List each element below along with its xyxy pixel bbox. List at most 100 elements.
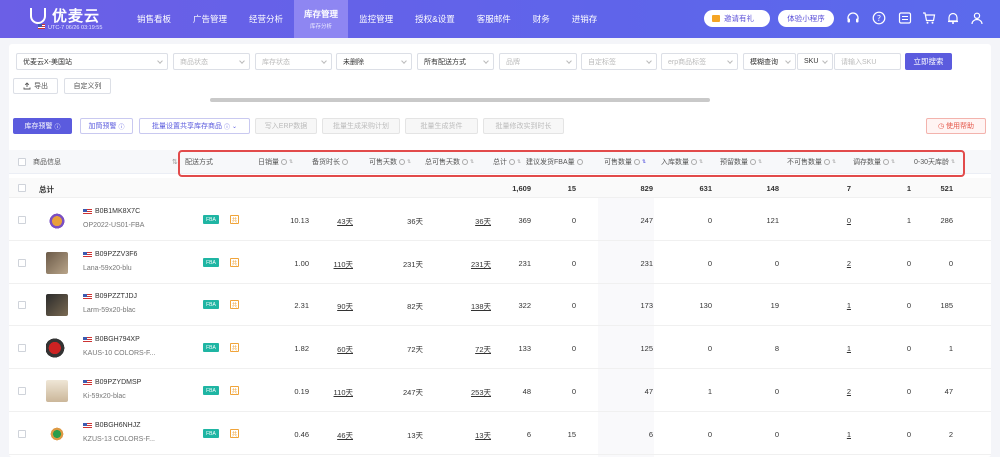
asin-link[interactable]: B09PZZV3F6 (83, 251, 137, 258)
user-icon[interactable] (970, 11, 984, 25)
asin-link[interactable]: B09PZYDMSP (83, 379, 141, 386)
logo-mark-icon (30, 7, 46, 24)
nav-item-customer-email[interactable]: 客服邮件 (466, 0, 522, 38)
invite-button[interactable]: 邀请有礼 (704, 10, 770, 27)
cell-age-0-30: 0 (948, 259, 953, 268)
cell-inbound-qty: 1 (707, 387, 712, 396)
chevron-down-icon: ⌄ (231, 123, 238, 130)
product-thumbnail[interactable] (46, 337, 68, 359)
product-thumbnail[interactable] (46, 380, 68, 402)
deleted-select[interactable]: 未删除 (336, 53, 412, 70)
cell-suggested-fba: 0 (571, 259, 576, 268)
asin-link[interactable]: B09PZZTJDJ (83, 293, 137, 300)
horizontal-scrollbar[interactable] (210, 98, 710, 102)
cell-stock-duration[interactable]: 43天 (319, 216, 353, 227)
row-checkbox[interactable] (18, 259, 26, 267)
row-checkbox[interactable] (18, 216, 26, 224)
cell-unsellable-qty[interactable]: 1 (809, 344, 851, 353)
search-button[interactable]: 立即搜索 (905, 53, 952, 70)
search-field-select[interactable]: SKU (797, 53, 833, 70)
nav-item-ads[interactable]: 广告管理 (182, 0, 238, 38)
nav-item-finance[interactable]: 财务 (522, 0, 561, 38)
cell-stock-duration[interactable]: 46天 (319, 430, 353, 441)
cell-total-sellable-days[interactable]: 138天 (445, 301, 491, 312)
product-status-select[interactable]: 商品状态 (173, 53, 250, 70)
batch-purchase-plan-button[interactable]: 批量生成采购计划 (322, 118, 400, 134)
nav-item-monitoring[interactable]: 监控管理 (348, 0, 404, 38)
fba-tag: FBA (203, 429, 219, 438)
help-button[interactable]: ◷ 使用帮助 (926, 118, 986, 134)
chevron-down-icon (321, 58, 327, 64)
cell-stock-duration[interactable]: 90天 (319, 301, 353, 312)
cell-total-sellable-days[interactable]: 72天 (445, 344, 491, 355)
nav-item-business-analysis[interactable]: 经营分析 (238, 0, 294, 38)
write-erp-button[interactable]: 写入ERP数据 (255, 118, 317, 134)
asin-link[interactable]: B0B1MK8X7C (83, 208, 140, 215)
bell-icon[interactable] (946, 11, 960, 25)
cell-unsellable-qty[interactable]: 0 (809, 216, 851, 225)
product-thumbnail[interactable] (46, 252, 68, 274)
cell-unsellable-qty[interactable]: 2 (809, 387, 851, 396)
row-checkbox[interactable] (18, 344, 26, 352)
table-row: B0BGH6NHJZ KZUS-13 COLORS-F... FBA 共 0.46 46天… (9, 412, 991, 455)
cart-icon[interactable] (922, 11, 936, 25)
help-icon[interactable]: ? (872, 11, 886, 25)
mini-program-button[interactable]: 体验小程序 (778, 10, 834, 27)
cell-unsellable-qty[interactable]: 2 (809, 259, 851, 268)
row-checkbox[interactable] (18, 387, 26, 395)
cell-sellable-days: 72天 (407, 345, 423, 354)
cell-total-sellable-days[interactable]: 253天 (445, 387, 491, 398)
cell-stock-duration[interactable]: 60天 (319, 344, 353, 355)
add-warning-button[interactable]: 加筒预警 ⓘ (80, 118, 133, 134)
batch-mark-receive-button[interactable]: 批量修改实到时长 (483, 118, 564, 134)
erp-tag-select[interactable]: erp商品标签 (661, 53, 738, 70)
row-checkbox[interactable] (18, 430, 26, 438)
sku-search-input[interactable]: 请输入SKU (834, 53, 901, 70)
column-resizer-icon[interactable]: ⇅ (172, 150, 178, 174)
inventory-warning-button[interactable]: 库存预警 ⓘ (13, 118, 72, 134)
product-thumbnail[interactable] (46, 294, 68, 316)
cell-daily-sales: 1.82 (294, 344, 309, 353)
asin-text: B09PZZV3F6 (95, 251, 138, 258)
nav-item-inventory[interactable]: 库存管理 库存分析 (294, 0, 349, 38)
nav-item-purchase-sales-stock[interactable]: 进销存 (561, 0, 609, 38)
custom-columns-button[interactable]: 自定义列 (64, 78, 111, 94)
asin-link[interactable]: B0BGH794XP (83, 336, 140, 343)
custom-tag-select[interactable]: 自定标签 (581, 53, 657, 70)
stock-status-select[interactable]: 库存状态 (255, 53, 332, 70)
cell-total-sellable-days[interactable]: 36天 (445, 216, 491, 227)
row-checkbox[interactable] (18, 184, 26, 192)
cell-unsellable-qty[interactable]: 1 (809, 430, 851, 439)
nav-item-auth-settings[interactable]: 授权&设置 (404, 0, 466, 38)
cell-reserved-qty: 8 (774, 344, 779, 353)
asin-link[interactable]: B0BGH6NHJZ (83, 422, 141, 429)
cell-total-sellable-days[interactable]: 13天 (445, 430, 491, 441)
us-flag-icon (83, 336, 92, 343)
total-in-transit: 1 (906, 184, 911, 193)
batch-set-shared-button[interactable]: 批量设置共享库存商品 ⓘ ⌄ (139, 118, 250, 134)
nav-item-sales-dashboard[interactable]: 销售看板 (126, 0, 182, 38)
product-thumbnail[interactable] (46, 423, 68, 445)
message-icon[interactable] (898, 11, 912, 25)
cell-total-sellable-days[interactable]: 231天 (445, 259, 491, 270)
total-label: 总计 (39, 185, 54, 194)
fulfillment-select[interactable]: 所有配送方式 (417, 53, 494, 70)
cell-daily-sales: 0.46 (294, 430, 309, 439)
export-button[interactable]: 导出 (13, 78, 58, 94)
chevron-down-icon (239, 58, 245, 64)
brand-select[interactable]: 品牌 (499, 53, 577, 70)
row-checkbox[interactable] (18, 301, 26, 309)
match-mode-select[interactable]: 模糊查询 (743, 53, 796, 70)
cell-stock-duration[interactable]: 110天 (319, 259, 353, 270)
sku-text: OP2022-US01-FBA (83, 222, 145, 229)
logo[interactable]: 优麦云 (30, 5, 100, 26)
product-thumbnail[interactable] (46, 209, 68, 231)
header-product-info[interactable]: 商品信息 (33, 150, 61, 174)
shop-select[interactable]: 优麦云X-美国站 (16, 53, 168, 70)
table-row: B09PZYDMSP Ki-59x20-blac FBA 共 0.19 110天 247天 2… (9, 369, 991, 412)
select-all-checkbox[interactable] (18, 158, 26, 166)
cell-unsellable-qty[interactable]: 1 (809, 301, 851, 310)
batch-shipment-button[interactable]: 批量生成货件 (405, 118, 478, 134)
cell-stock-duration[interactable]: 110天 (319, 387, 353, 398)
headset-icon[interactable] (846, 11, 860, 25)
